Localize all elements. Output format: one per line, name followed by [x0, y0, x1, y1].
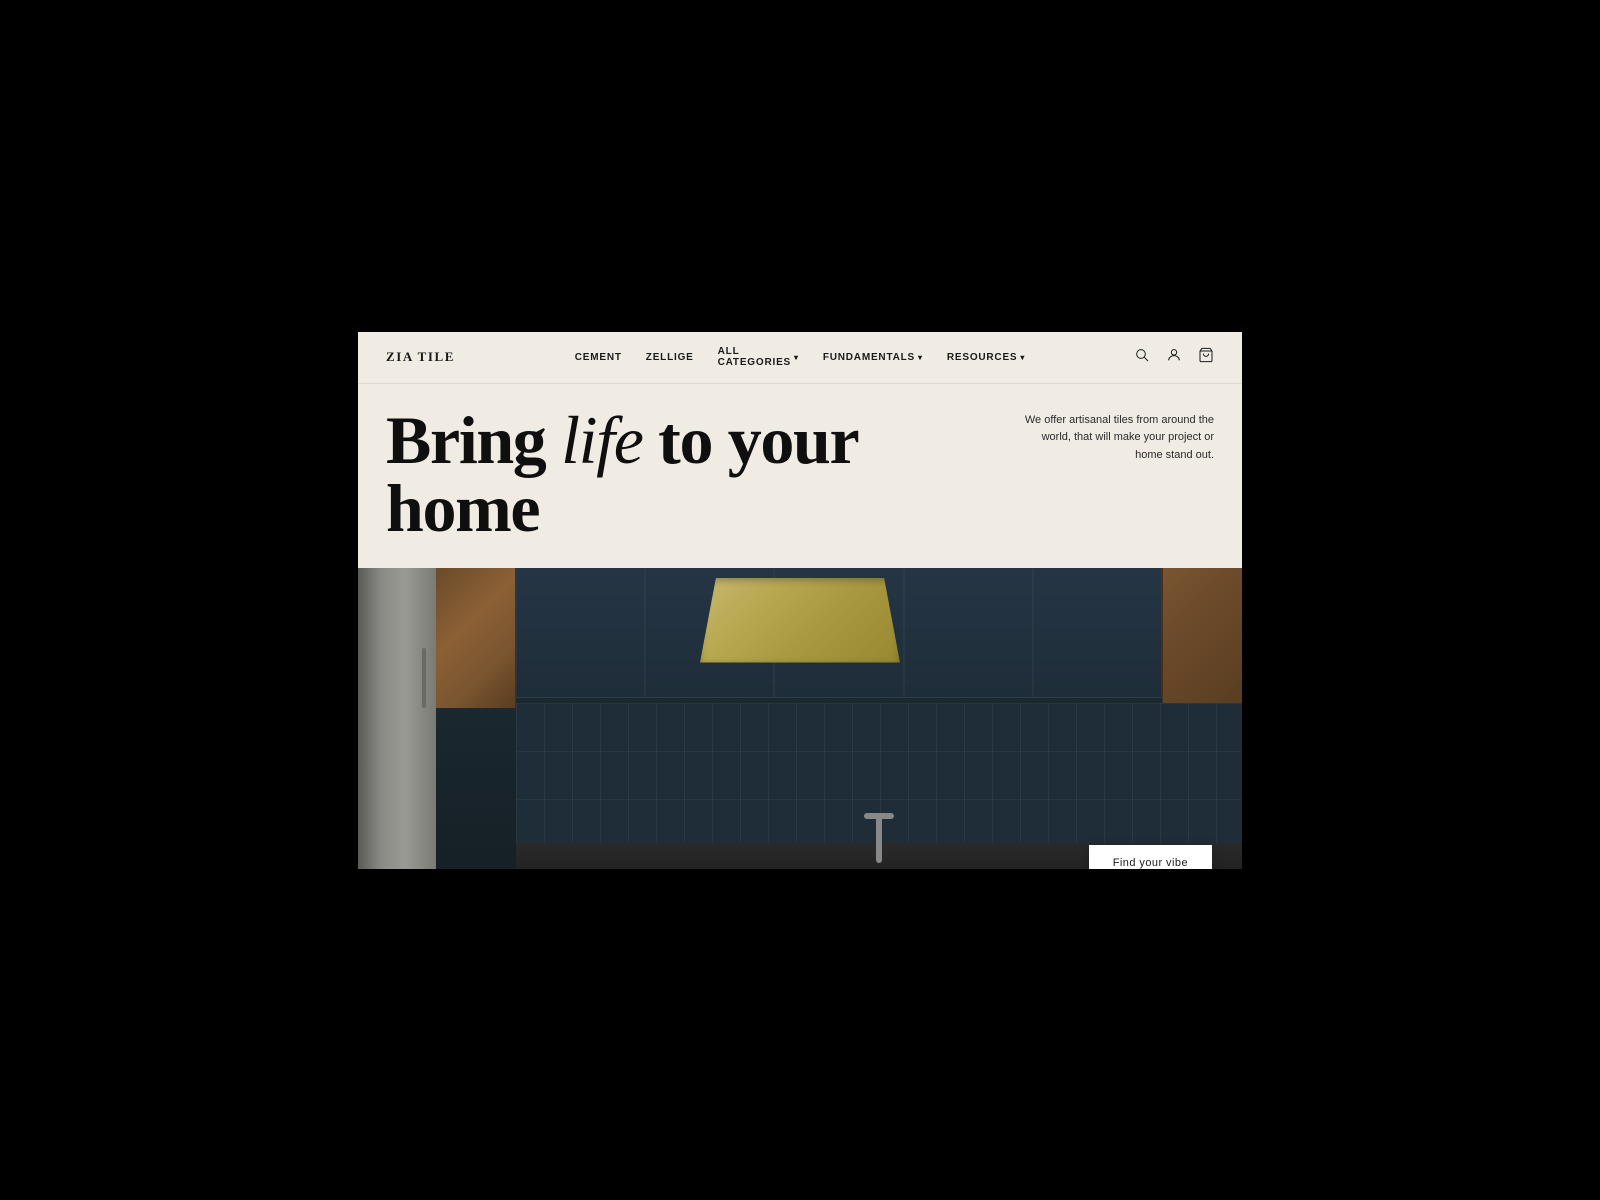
chevron-down-icon: ▾	[1020, 353, 1025, 362]
upper-cabinet-1	[516, 568, 645, 698]
fridge-brand: JENN-AIR	[368, 867, 426, 869]
nav-links: CEMENT ZELLIGE ALL CATEGORIES ▾ FUNDAMEN…	[575, 346, 1025, 368]
find-vibe-button[interactable]: Find your vibe	[1089, 845, 1212, 869]
fridge: JENN-AIR	[358, 568, 436, 869]
nav-resources[interactable]: RESOURCES ▾	[947, 352, 1025, 363]
hero-tagline: We offer artisanal tiles from around the…	[1024, 406, 1214, 465]
upper-cabinet-4	[904, 568, 1033, 698]
range-hood	[690, 578, 910, 663]
nav-cement[interactable]: CEMENT	[575, 352, 622, 363]
browser-window: ZIA TILE CEMENT ZELLIGE ALL CATEGORIES ▾…	[358, 332, 1242, 869]
hero-title: Bring life to your home	[386, 406, 1024, 542]
faucet	[876, 813, 882, 863]
nav-fundamentals[interactable]: FUNDAMENTALS ▾	[823, 352, 923, 363]
chevron-down-icon: ▾	[794, 353, 799, 362]
navbar: ZIA TILE CEMENT ZELLIGE ALL CATEGORIES ▾…	[358, 332, 1242, 384]
navbar-icons	[1134, 347, 1214, 368]
nav-all-categories[interactable]: ALL CATEGORIES ▾	[718, 346, 799, 368]
upper-cabinet-5	[1033, 568, 1162, 698]
hood-body	[700, 578, 900, 663]
chevron-down-icon: ▾	[918, 353, 923, 362]
cabinet-right	[1162, 568, 1242, 703]
cabinet-left	[436, 568, 516, 708]
hero-headline: Bring life to your home	[386, 406, 1024, 542]
account-icon[interactable]	[1166, 347, 1182, 368]
cart-icon[interactable]	[1198, 347, 1214, 368]
fridge-handle	[422, 648, 426, 708]
hero-image: JENN-AIR Scroll for more Find your vibe	[358, 568, 1242, 869]
nav-zellige[interactable]: ZELLIGE	[646, 352, 694, 363]
brand-logo: ZIA TILE	[386, 349, 455, 365]
search-icon[interactable]	[1134, 347, 1150, 368]
hero-text-area: Bring life to your home We offer artisan…	[358, 384, 1242, 568]
